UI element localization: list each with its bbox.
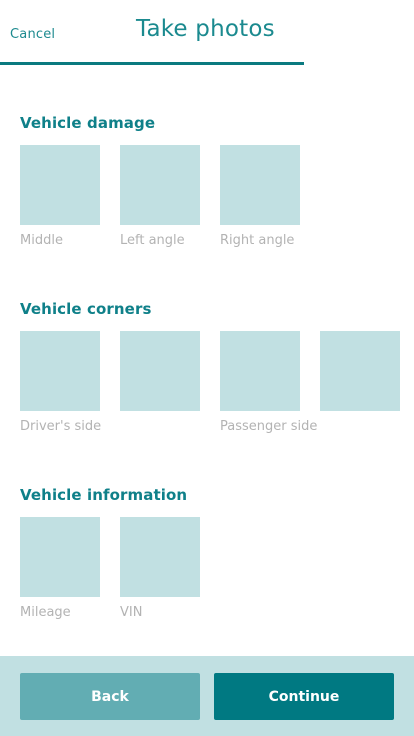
photo-label-mileage: Mileage bbox=[20, 605, 71, 620]
photo-label-vin: VIN bbox=[120, 605, 143, 620]
photo-tile-mileage[interactable] bbox=[20, 517, 100, 597]
page-title: Take photos bbox=[136, 16, 275, 42]
back-button[interactable]: Back bbox=[20, 673, 200, 720]
cancel-link[interactable]: Cancel bbox=[10, 27, 55, 42]
photo-tile-right-angle[interactable] bbox=[220, 145, 300, 225]
photo-label-right-angle: Right angle bbox=[220, 233, 295, 248]
photo-tile-passenger-side-front[interactable] bbox=[220, 331, 300, 411]
photo-label-drivers-side: Driver's side bbox=[20, 419, 102, 434]
section-title-vehicle-damage: Vehicle damage bbox=[20, 114, 156, 132]
photo-tile-passenger-side-rear[interactable] bbox=[320, 331, 400, 411]
photo-tile-middle[interactable] bbox=[20, 145, 100, 225]
photo-tile-drivers-side-rear[interactable] bbox=[120, 331, 200, 411]
photo-tile-left-angle[interactable] bbox=[120, 145, 200, 225]
photo-tile-drivers-side-front[interactable] bbox=[20, 331, 100, 411]
continue-button[interactable]: Continue bbox=[214, 673, 394, 720]
photo-label-passenger-side: Passenger side bbox=[220, 419, 318, 434]
header-bar: Cancel Take photos bbox=[0, 0, 304, 65]
section-title-vehicle-corners: Vehicle corners bbox=[20, 300, 152, 318]
photo-tile-vin[interactable] bbox=[120, 517, 200, 597]
section-title-vehicle-information: Vehicle information bbox=[20, 486, 188, 504]
photo-label-middle: Middle bbox=[20, 233, 63, 248]
photo-label-left-angle: Left angle bbox=[120, 233, 185, 248]
